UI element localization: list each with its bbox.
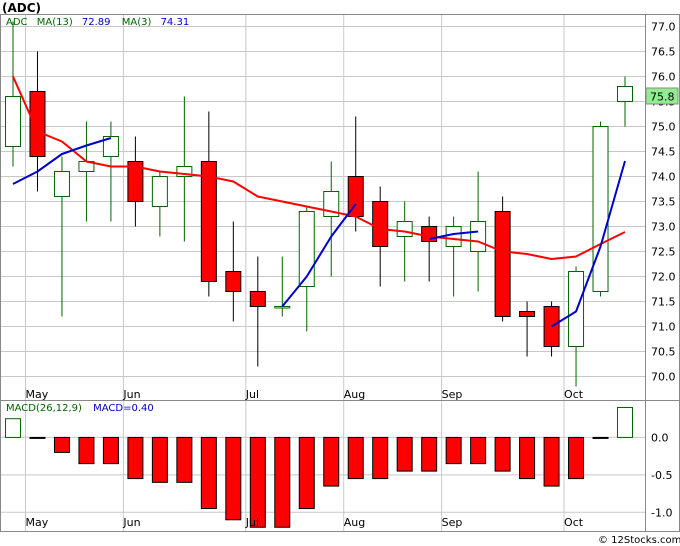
candle-body: [249, 291, 266, 307]
price-y-tick-label: 71.0: [651, 321, 676, 334]
macd-bar: [78, 436, 95, 465]
candle-body: [53, 171, 70, 197]
macd-x-tick-label: Aug: [344, 516, 365, 529]
candle-body: [29, 91, 46, 157]
candle-body: [470, 221, 487, 252]
macd-bar: [5, 418, 21, 438]
last-price-tag-value: 75.8: [650, 91, 675, 104]
macd-bar: [592, 436, 609, 439]
macd-bar: [494, 436, 511, 472]
macd-x-tick-label: May: [25, 516, 48, 529]
macd-y-tick-label: -0.5: [651, 469, 672, 482]
macd-bar: [568, 436, 585, 480]
price-y-tick-label: 74.5: [651, 146, 676, 159]
price-y-tick-label: 73.0: [651, 221, 676, 234]
macd-bar: [617, 406, 633, 438]
candle-body: [225, 271, 242, 292]
price-x-tick-label: Aug: [344, 388, 365, 401]
price-x-tick-label: Jul: [245, 388, 259, 401]
macd-bar: [249, 436, 266, 528]
macd-bar: [396, 436, 413, 472]
macd-x-tick-label: Jul: [245, 516, 259, 529]
candle-body: [445, 226, 462, 247]
macd-y-tick-label: 0.0: [651, 431, 669, 444]
macd-bar: [323, 436, 340, 487]
macd-bar: [347, 436, 364, 480]
candle-body: [617, 86, 633, 102]
price-x-tick-label: May: [25, 388, 48, 401]
watermark: © 12Stocks.com: [598, 535, 680, 546]
candle-body: [372, 201, 389, 247]
legend-ma13-value: 72.89: [82, 17, 111, 28]
macd-x-tick-label: Sep: [442, 516, 463, 529]
adc-stock-chart: 77.076.576.075.575.074.574.073.573.072.5…: [0, 1, 680, 546]
macd-bar: [543, 436, 560, 487]
macd-bar: [225, 436, 242, 521]
macd-panel: 0.0 -0.5 -1.0 May Jun Jul Aug Sep Oct MACD(26,1…: [0, 400, 680, 532]
macd-bar: [274, 436, 291, 528]
candle-body: [421, 226, 438, 242]
legend-ma3-value: 74.31: [161, 17, 190, 28]
price-y-tick-label: 74.0: [651, 171, 676, 184]
chart-title: (ADC): [2, 1, 41, 15]
macd-legend-value: MACD=0.40: [93, 403, 154, 414]
price-y-tick-label: 70.0: [651, 371, 676, 384]
macd-bar: [151, 436, 168, 483]
candle-body: [592, 126, 609, 292]
macd-legend-label: MACD(26,12,9): [6, 403, 82, 414]
price-y-tick-label: 72.5: [651, 246, 676, 259]
macd-bar: [372, 436, 389, 480]
price-y-tick-label: 70.5: [651, 346, 676, 359]
price-y-tick-label: 72.0: [651, 271, 676, 284]
legend-ma3-label: MA(3): [122, 17, 152, 28]
price-axis-divider: [645, 14, 646, 401]
price-y-tick-label: 75.0: [651, 121, 676, 134]
macd-bar: [53, 436, 70, 453]
macd-bar: [29, 436, 46, 439]
macd-legend: MACD(26,12,9) MACD=0.40: [6, 403, 154, 414]
candle-body: [274, 306, 291, 309]
candle-body: [5, 96, 21, 147]
macd-bar: [176, 436, 193, 483]
price-y-tick-label: 71.5: [651, 296, 676, 309]
macd-y-tick-label: -1.0: [651, 506, 672, 519]
price-x-tick-label: Jun: [122, 388, 140, 401]
legend-ticker: ADC: [6, 17, 28, 28]
legend-ma13-label: MA(13): [37, 17, 73, 28]
macd-bar: [298, 436, 315, 510]
macd-x-tick-label: Oct: [564, 516, 584, 529]
macd-bar: [421, 436, 438, 472]
macd-bar: [445, 436, 462, 465]
macd-x-tick-label: Jun: [122, 516, 140, 529]
candle-body: [396, 221, 413, 237]
price-y-axis: 77.076.576.075.575.074.574.073.573.072.5…: [651, 21, 676, 384]
price-y-tick-label: 76.5: [651, 46, 676, 59]
macd-bar: [200, 436, 217, 510]
price-x-tick-label: Oct: [564, 388, 584, 401]
price-panel: 77.076.576.075.575.074.574.073.573.072.5…: [0, 1, 680, 401]
candle-body: [151, 176, 168, 207]
macd-bar: [470, 436, 487, 465]
candle-body: [200, 161, 217, 282]
candle-body: [494, 211, 511, 317]
macd-bar: [127, 436, 144, 480]
price-x-tick-label: Sep: [442, 388, 463, 401]
price-y-tick-label: 77.0: [651, 21, 676, 34]
price-y-tick-label: 76.0: [651, 71, 676, 84]
candle-body: [519, 311, 536, 317]
macd-bar: [519, 436, 536, 480]
price-y-tick-label: 73.5: [651, 196, 676, 209]
macd-axis-divider: [645, 400, 646, 532]
macd-bar: [102, 436, 119, 465]
last-price-tag: 75.8: [645, 87, 679, 105]
